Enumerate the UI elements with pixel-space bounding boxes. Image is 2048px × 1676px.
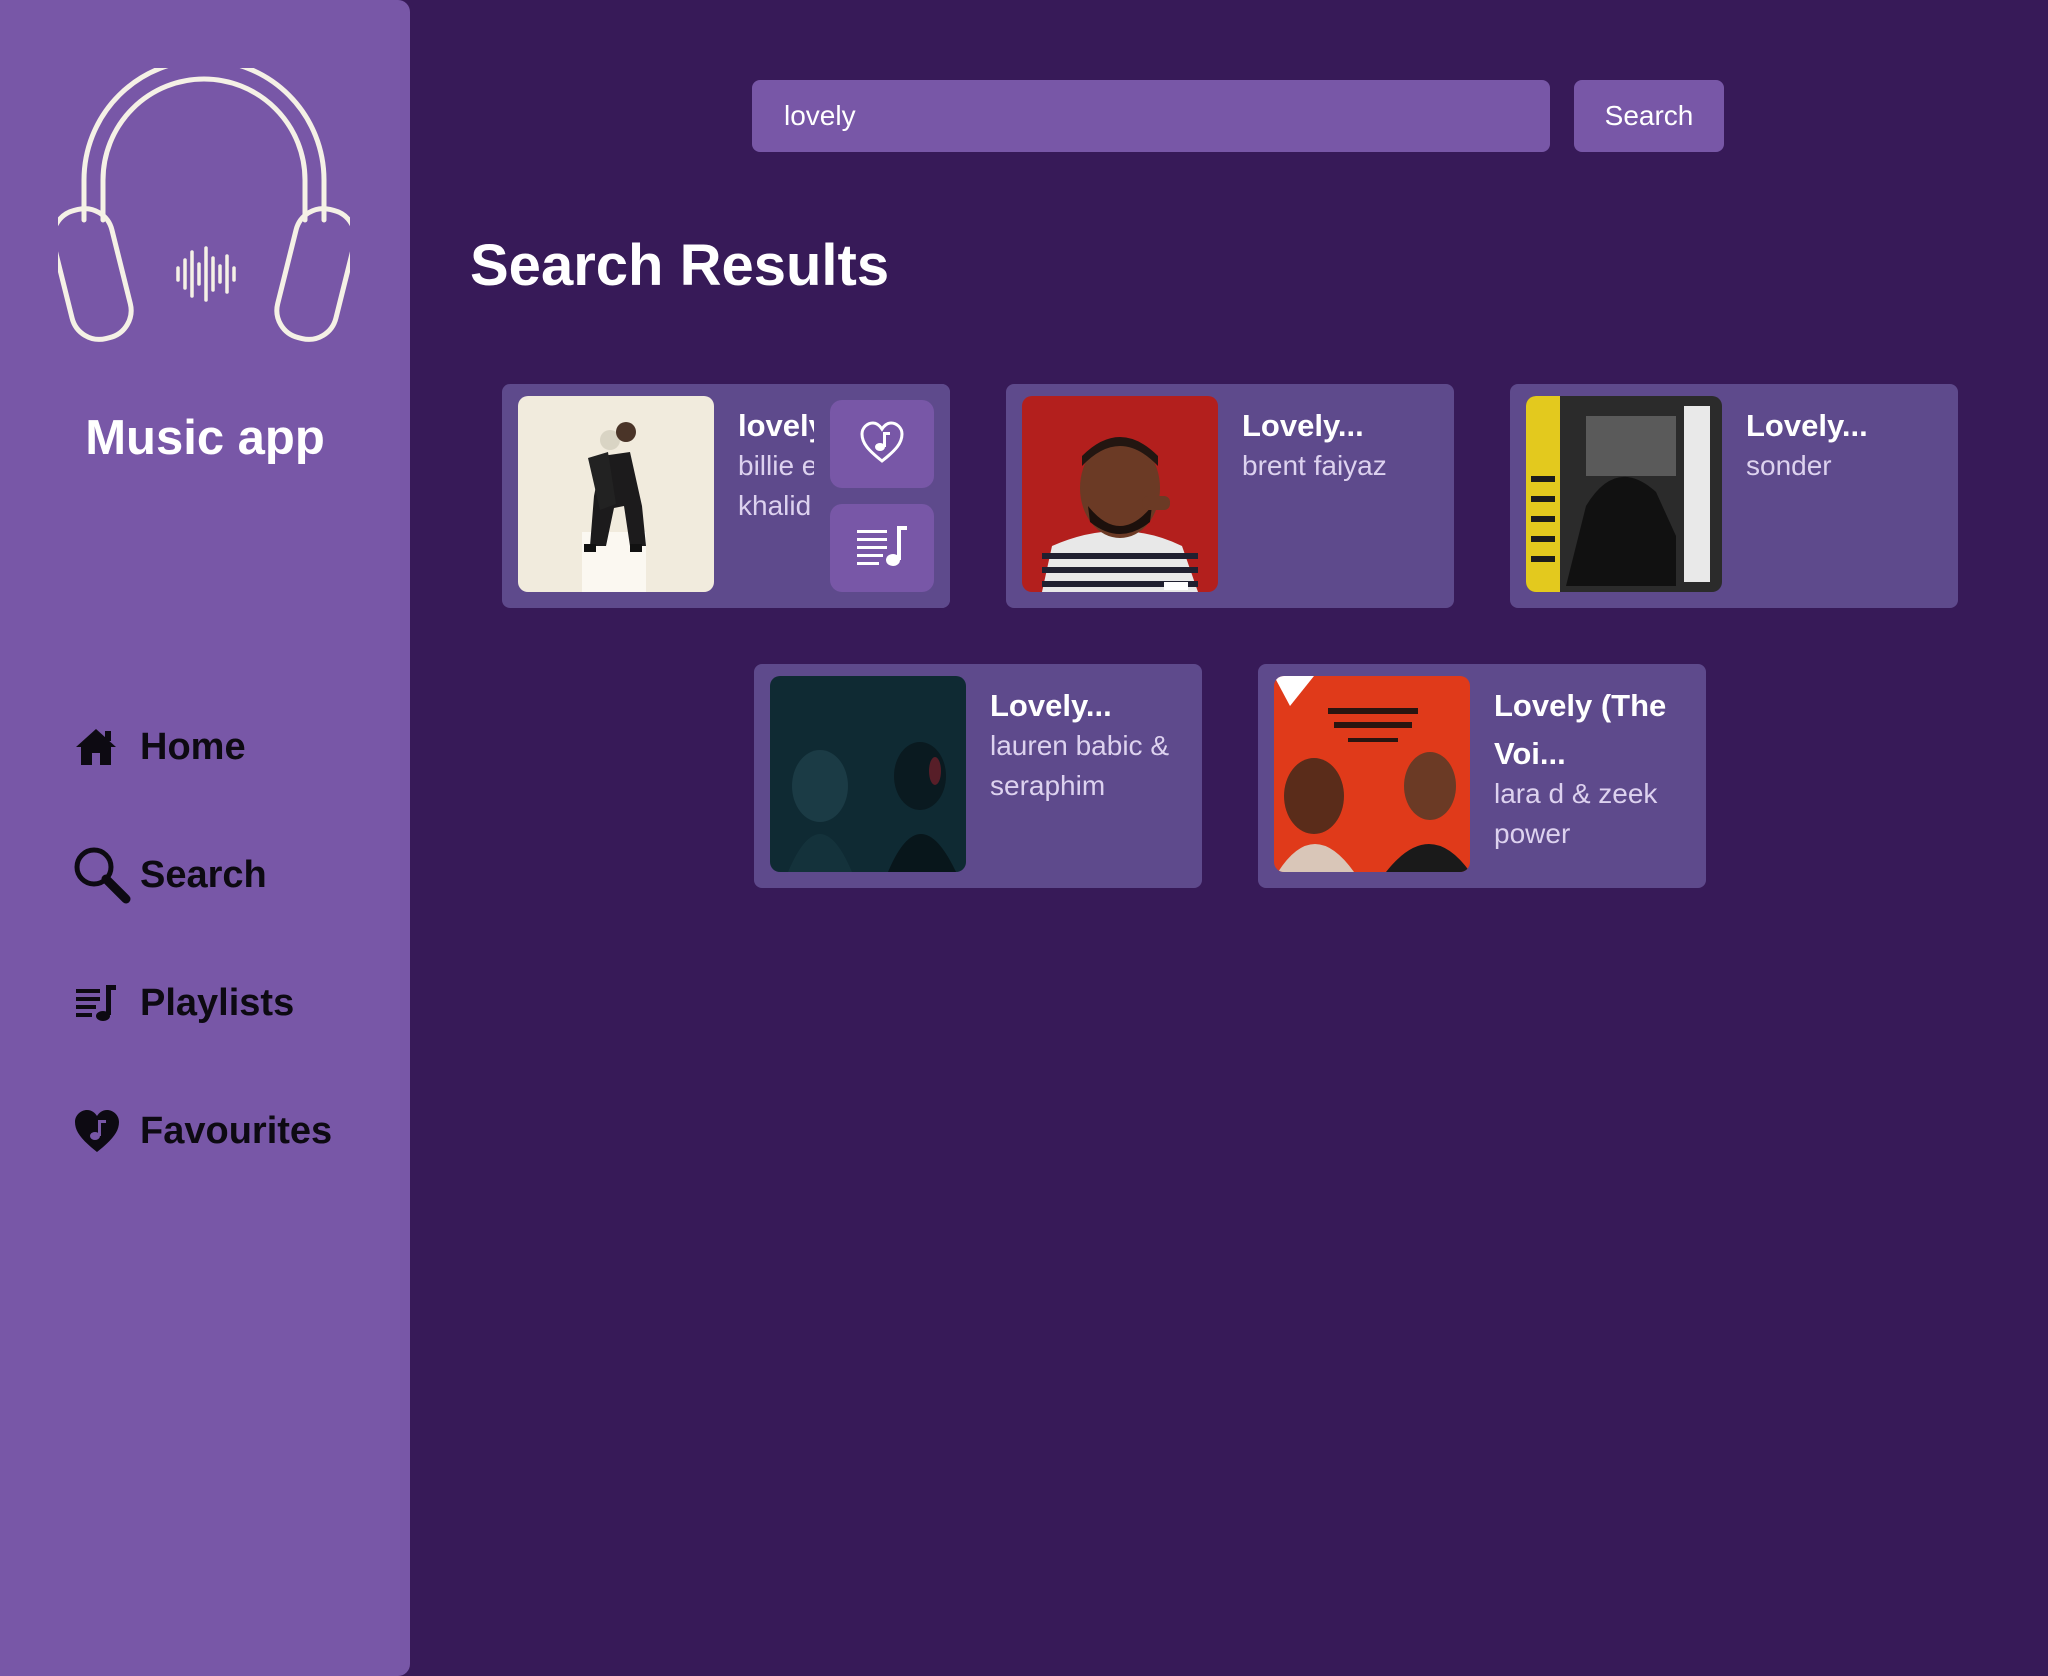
- playlist-add-icon: [855, 522, 909, 575]
- sidebar-item-label: Favourites: [140, 1109, 333, 1152]
- add-to-playlist-button[interactable]: [830, 504, 934, 592]
- album-cover: [1022, 396, 1218, 592]
- sidebar-item-label: Playlists: [140, 981, 295, 1024]
- heart-music-icon: [858, 420, 906, 469]
- sidebar-item-playlists[interactable]: Playlists: [72, 971, 332, 1035]
- album-cover: [770, 676, 966, 872]
- heart-music-icon: [72, 1099, 136, 1163]
- result-card[interactable]: Lovely (The Voi... lara d & zeek power: [1258, 664, 1706, 888]
- album-cover: [1274, 676, 1470, 872]
- card-actions: [814, 384, 950, 608]
- result-card[interactable]: lovely... billie eilish & khalid: [502, 384, 950, 608]
- sidebar-item-search[interactable]: Search: [72, 843, 332, 907]
- track-artist: sonder: [1746, 450, 1832, 481]
- sidebar-nav: Home Search Playlists Favourites: [72, 715, 332, 1227]
- home-icon: [72, 715, 136, 779]
- playlist-icon: [72, 971, 136, 1035]
- sidebar: Music app Home Search Playlists Favourit…: [0, 0, 410, 1676]
- track-title: Lovely...: [990, 688, 1112, 723]
- sidebar-item-home[interactable]: Home: [72, 715, 332, 779]
- search-icon: [72, 843, 136, 907]
- track-artist: brent faiyaz: [1242, 450, 1387, 481]
- sidebar-item-label: Home: [140, 725, 246, 768]
- sidebar-item-favourites[interactable]: Favourites: [72, 1099, 332, 1163]
- search-button[interactable]: Search: [1574, 80, 1724, 152]
- track-artist: lara d & zeek power: [1494, 778, 1658, 849]
- search-input[interactable]: [752, 80, 1550, 152]
- track-artist: lauren babic & seraphim: [990, 730, 1170, 801]
- app-window: Music app Home Search Playlists Favourit…: [0, 0, 2048, 1676]
- page-title: Search Results: [470, 233, 890, 298]
- result-card[interactable]: Lovely... sonder: [1510, 384, 1958, 608]
- app-title: Music app: [85, 411, 325, 465]
- track-title: Lovely (The Voi...: [1494, 688, 1667, 771]
- favourite-button[interactable]: [830, 400, 934, 488]
- result-card[interactable]: Lovely... lauren babic & seraphim: [754, 664, 1202, 888]
- result-card[interactable]: Lovely... brent faiyaz: [1006, 384, 1454, 608]
- album-cover: [518, 396, 714, 592]
- album-cover: [1526, 396, 1722, 592]
- track-title: Lovely...: [1242, 408, 1364, 443]
- headphones-icon: [50, 57, 358, 344]
- track-title: Lovely...: [1746, 408, 1868, 443]
- sidebar-item-label: Search: [140, 853, 267, 896]
